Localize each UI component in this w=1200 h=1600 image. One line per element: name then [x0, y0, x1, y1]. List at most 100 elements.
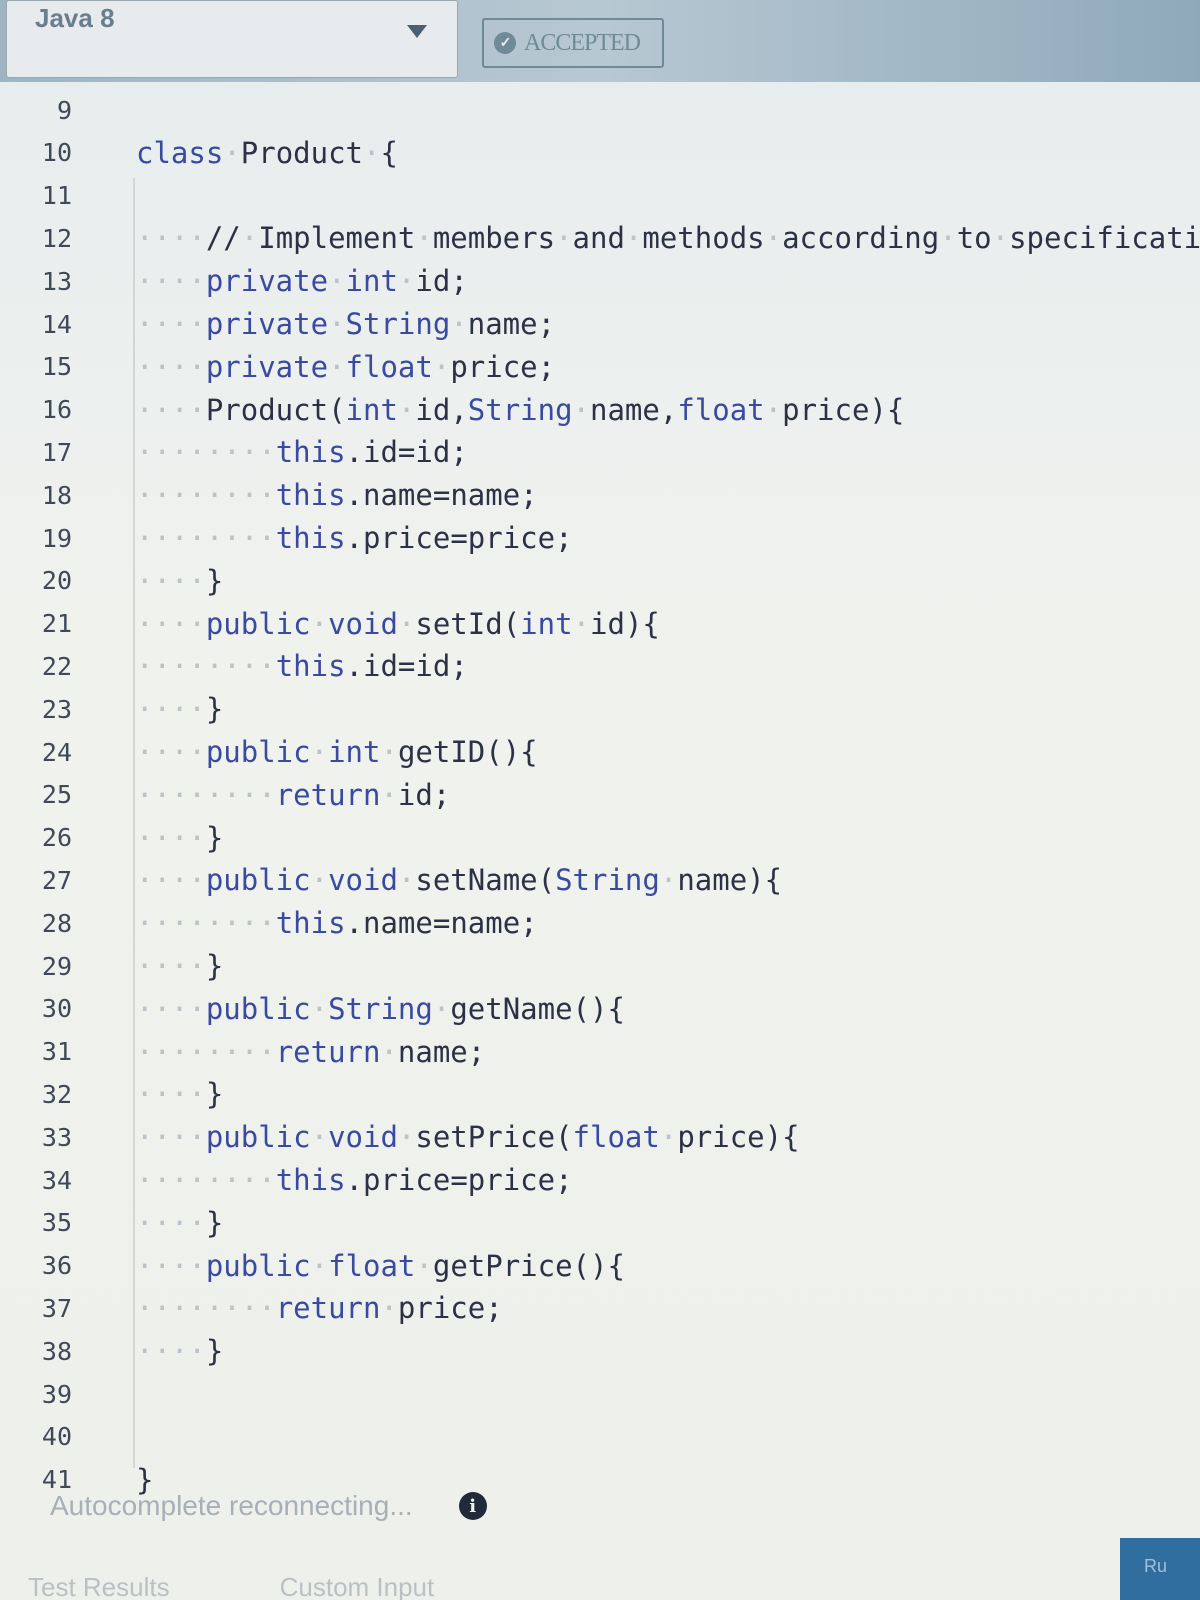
line-number: 11: [41, 181, 72, 211]
code-line[interactable]: 19 ········this.price=price;: [0, 518, 1200, 558]
code-line[interactable]: 36 ····public·float·getPrice(){: [0, 1246, 1200, 1286]
code-line[interactable]: 26 ····}: [0, 818, 1200, 858]
code-text: ····}: [136, 949, 224, 983]
info-icon[interactable]: i: [458, 1492, 487, 1520]
code-line[interactable]: 17 ········this.id=id;: [0, 432, 1200, 472]
code-text: ····}: [136, 1334, 224, 1369]
code-line[interactable]: 27 ····public·void·setName(String·name){: [0, 860, 1200, 900]
code-text: ····private·String·name;: [136, 307, 556, 341]
code-text: ····public·float·getPrice(){: [136, 1248, 625, 1283]
code-line[interactable]: 29 ····}: [0, 946, 1200, 986]
code-line[interactable]: 12 ····//·Implement·members·and·methods·a…: [0, 218, 1200, 258]
run-button[interactable]: Ru: [1120, 1538, 1200, 1600]
code-line[interactable]: 24 ····public·int·getID(){: [0, 732, 1200, 772]
code-editor[interactable]: 9 10 class·Product·{ 11 12 ····//·Implement·m…: [0, 90, 1200, 1497]
autocomplete-status-text: Autocomplete reconnecting...: [50, 1490, 413, 1521]
code-text: ····}: [136, 1205, 224, 1240]
code-text: ····public·int·getID(){: [136, 735, 538, 769]
code-line[interactable]: 20 ····}: [0, 561, 1200, 601]
line-number: 30: [41, 994, 72, 1024]
status-label: ACCEPTED: [524, 29, 641, 56]
code-text: ····public·void·setPrice(float·price){: [136, 1120, 800, 1155]
line-number: 18: [41, 480, 72, 510]
language-label: Java 8: [35, 3, 115, 33]
code-text: ········this.name=name;: [136, 478, 538, 513]
code-line[interactable]: 23 ····}: [0, 689, 1200, 729]
line-number: 37: [41, 1293, 72, 1323]
code-text: ····public·void·setId(int·id){: [136, 606, 660, 641]
code-text: ····}: [136, 563, 224, 598]
code-line[interactable]: 13 ····private·int·id;: [0, 261, 1200, 301]
code-text: ········this.id=id;: [136, 649, 468, 684]
line-number: 34: [41, 1165, 72, 1195]
line-number: 38: [41, 1336, 72, 1366]
line-number: 28: [41, 908, 72, 938]
code-line[interactable]: 39: [0, 1374, 1200, 1414]
code-line[interactable]: 35 ····}: [0, 1203, 1200, 1243]
chevron-down-icon[interactable]: [407, 25, 427, 38]
code-text: ········this.name=name;: [136, 906, 538, 941]
code-line[interactable]: 34 ········this.price=price;: [0, 1160, 1200, 1200]
language-select[interactable]: Java 8: [6, 0, 458, 78]
line-number: 39: [41, 1379, 72, 1409]
code-line[interactable]: 40: [0, 1417, 1200, 1457]
line-number: 36: [41, 1251, 72, 1281]
code-text: ····}: [136, 820, 224, 855]
code-text: ····private·int·id;: [136, 264, 468, 299]
line-number: 27: [41, 865, 72, 895]
tab-custom-input[interactable]: Custom Input: [280, 1572, 435, 1600]
line-number: 13: [41, 266, 72, 296]
code-text: class·Product·{: [136, 135, 398, 170]
code-text: ········return·id;: [136, 777, 451, 812]
line-number: 17: [41, 437, 72, 467]
code-line[interactable]: 9: [0, 90, 1200, 130]
line-number: 9: [56, 95, 72, 125]
code-line[interactable]: 37 ········return·price;: [0, 1288, 1200, 1328]
code-line[interactable]: 10 class·Product·{: [0, 133, 1200, 173]
status-badge: ✓ ACCEPTED: [482, 18, 664, 68]
code-line[interactable]: 21 ····public·void·setId(int·id){: [0, 604, 1200, 644]
code-line[interactable]: 38 ····}: [0, 1331, 1200, 1371]
code-line[interactable]: 15 ····private·float·price;: [0, 347, 1200, 387]
bottom-tabs: Test Results Custom Input: [28, 1572, 434, 1600]
code-line[interactable]: 33 ····public·void·setPrice(float·price){: [0, 1117, 1200, 1157]
line-number: 14: [41, 309, 72, 339]
code-line[interactable]: 18 ········this.name=name;: [0, 475, 1200, 515]
line-number: 35: [41, 1208, 72, 1238]
code-line[interactable]: 28 ········this.name=name;: [0, 903, 1200, 943]
line-number: 19: [41, 523, 72, 553]
code-line[interactable]: 22 ········this.id=id;: [0, 646, 1200, 686]
code-line[interactable]: 14 ····private·String·name;: [0, 304, 1200, 344]
line-number: 31: [41, 1037, 72, 1067]
code-text: ····//·Implement·members·and·methods·acc…: [136, 221, 1200, 256]
check-circle-icon: ✓: [494, 32, 516, 54]
code-line[interactable]: 32 ····}: [0, 1074, 1200, 1114]
code-line[interactable]: 16 ····Product(int·id,String·name,float·p…: [0, 390, 1200, 430]
line-number: 22: [41, 651, 72, 681]
code-text: ····private·float·price;: [136, 349, 556, 384]
code-line[interactable]: 11: [0, 176, 1200, 216]
line-number: 12: [41, 223, 72, 253]
code-text: ········return·price;: [136, 1291, 503, 1326]
line-number: 32: [41, 1079, 72, 1109]
line-number: 24: [41, 737, 72, 767]
code-text: ····}: [136, 1077, 224, 1112]
code-line[interactable]: 25 ········return·id;: [0, 775, 1200, 815]
tab-test-results[interactable]: Test Results: [28, 1572, 170, 1600]
autocomplete-status: Autocomplete reconnecting... i: [50, 1490, 487, 1522]
line-number: 16: [41, 395, 72, 425]
line-number: 23: [41, 694, 72, 724]
code-text: ····public·String·getName(){: [136, 991, 625, 1026]
run-button-label: Ru: [1144, 1556, 1168, 1576]
code-text: ····public·void·setName(String·name){: [136, 863, 783, 898]
line-number: 26: [41, 823, 72, 853]
code-text: ····Product(int·id,String·name,float·pri…: [136, 392, 905, 427]
line-number: 40: [41, 1422, 72, 1452]
code-text: ········this.price=price;: [136, 1163, 573, 1197]
code-text: ········this.price=price;: [136, 521, 573, 555]
code-line[interactable]: 31 ········return·name;: [0, 1032, 1200, 1072]
code-line[interactable]: 30 ····public·String·getName(){: [0, 989, 1200, 1029]
code-text: ········return·name;: [136, 1034, 486, 1069]
line-number: 33: [41, 1122, 72, 1152]
code-text: ····}: [136, 692, 224, 727]
